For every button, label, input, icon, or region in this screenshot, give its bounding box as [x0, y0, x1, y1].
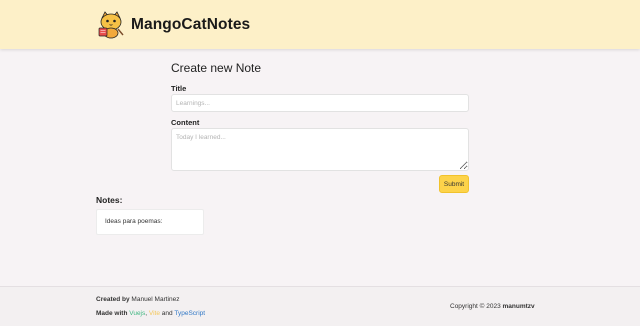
footer-tech: Made with Vuejs, Vite and TypeScript: [96, 310, 205, 317]
mango-cat-logo-icon[interactable]: [96, 9, 126, 39]
title-label: Title: [171, 84, 187, 93]
top-header: MangoCatNotes: [0, 0, 640, 49]
form-title: Create new Note: [171, 61, 262, 75]
author-name: Manuel Martinez: [131, 296, 180, 303]
author-handle[interactable]: manumtzv: [503, 303, 535, 310]
and-text: and: [161, 310, 173, 317]
notes-heading: Notes:: [96, 195, 123, 205]
content-textarea[interactable]: [171, 128, 469, 171]
submit-button[interactable]: Submit: [439, 175, 469, 193]
title-input[interactable]: [171, 94, 469, 112]
copyright: Copyright © 2023 manumtzv: [450, 303, 535, 310]
footer: [0, 286, 640, 326]
tech-separator: ,: [145, 310, 148, 317]
vite-link[interactable]: Vite: [149, 310, 160, 317]
footer-credit: Created by Manuel Martinez: [96, 296, 179, 303]
made-with-label: Made with: [96, 310, 128, 317]
created-by-label: Created by: [96, 296, 130, 303]
content-label: Content: [171, 118, 200, 127]
brand-name[interactable]: MangoCatNotes: [131, 16, 250, 34]
note-text: Ideas para poemas:: [105, 218, 163, 225]
copyright-text: Copyright © 2023: [450, 303, 501, 310]
note-card[interactable]: Ideas para poemas:: [96, 209, 204, 235]
typescript-link[interactable]: TypeScript: [174, 310, 205, 317]
vuejs-link[interactable]: Vuejs: [129, 310, 145, 317]
